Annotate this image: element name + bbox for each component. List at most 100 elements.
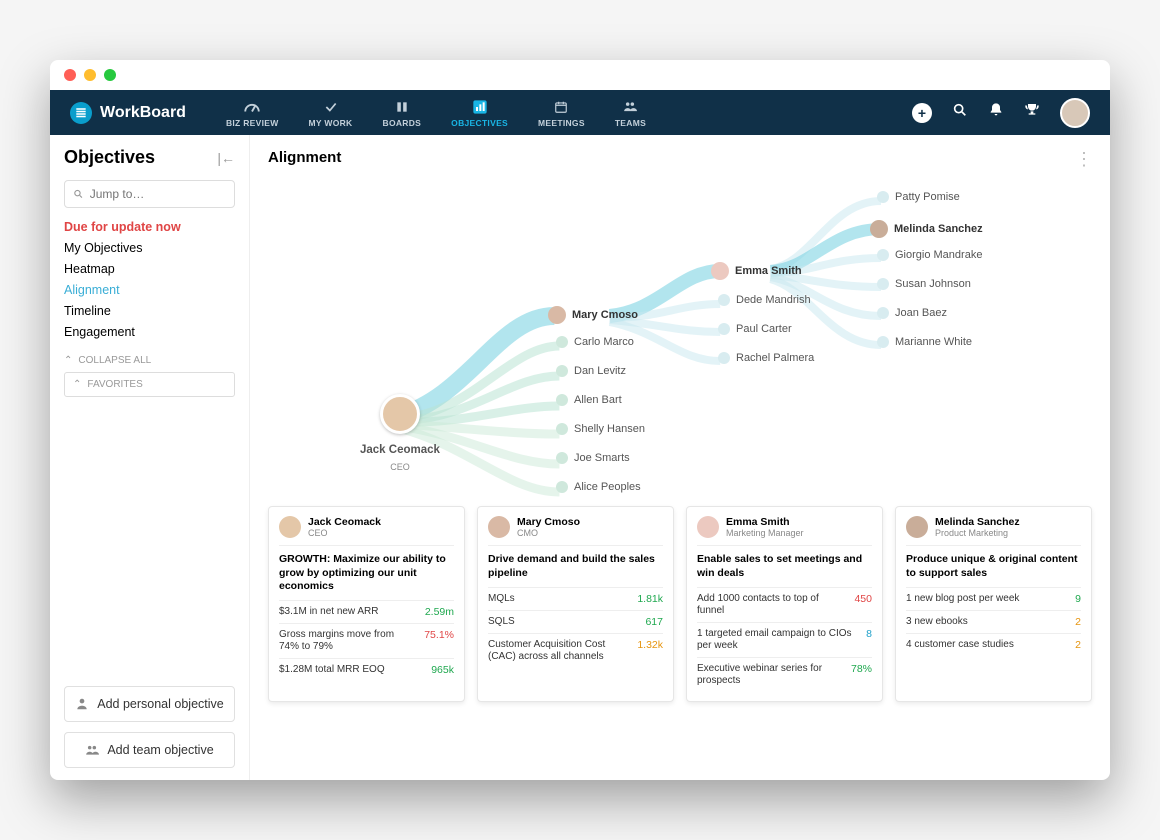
tree-node-l4-4[interactable]: Marianne White [877,336,972,348]
jump-to-search[interactable] [64,180,235,208]
card-owner-role: Product Marketing [935,528,1020,538]
avatar [711,262,729,280]
card-header: Emma SmithMarketing Manager [697,516,872,538]
nav-meetings[interactable]: MEETINGS [538,98,585,128]
kr-value: 2 [1075,639,1081,651]
node-dot [556,336,568,348]
tree-node-l3-2[interactable]: Rachel Palmera [718,352,814,364]
tree-node-l2-5[interactable]: Alice Peoples [556,481,641,493]
key-result-row: Customer Acquisition Cost (CAC) across a… [488,633,663,668]
node-dot [556,423,568,435]
node-dot [556,481,568,493]
nav-boards[interactable]: BOARDS [383,98,422,128]
nav-objectives[interactable]: OBJECTIVES [451,98,508,128]
card-header: Jack CeomackCEO [279,516,454,538]
add-personal-objective-button[interactable]: Add personal objective [64,686,235,722]
tree-node-l4-2[interactable]: Susan Johnson [877,278,971,290]
kr-value: 2 [1075,616,1081,628]
window-titlebar [50,60,1110,90]
nav-teams[interactable]: TEAMS [615,98,646,128]
search-icon[interactable] [952,102,968,123]
sidebar-title: Objectives [64,147,155,168]
tree-node-l2-3[interactable]: Shelly Hansen [556,423,645,435]
sidebar-item-engagement[interactable]: Engagement [64,325,235,339]
objective-card-3[interactable]: Melinda SanchezProduct MarketingProduce … [895,506,1092,702]
tree-node-l4-0[interactable]: Patty Pomise [877,191,960,203]
card-objective: Enable sales to set meetings and win dea… [697,545,872,586]
kr-value: 9 [1075,593,1081,605]
tree-node-l2-2[interactable]: Allen Bart [556,394,622,406]
card-owner-role: CMO [517,528,580,538]
card-owner-name: Emma Smith [726,516,804,528]
kr-label: MQLs [488,593,629,605]
node-dot [877,278,889,290]
kr-label: Executive webinar series for prospects [697,663,843,687]
objective-card-1[interactable]: Mary CmosoCMODrive demand and build the … [477,506,674,702]
nav-my-work[interactable]: MY WORK [309,98,353,128]
kr-label: Customer Acquisition Cost (CAC) across a… [488,639,629,663]
sidebar-item-due-for-update-now[interactable]: Due for update now [64,220,235,234]
tree-node-l4-3[interactable]: Joan Baez [877,307,947,319]
avatar [488,516,510,538]
collapse-all-button[interactable]: ⌃ COLLAPSE ALL [64,349,235,372]
alignment-tree: Jack CeomackCEO Mary Cmoso Carlo Marco Dan … [268,166,1092,506]
tree-node-l4-1[interactable]: Giorgio Mandrake [877,249,982,261]
close-window-dot[interactable] [64,69,76,81]
notifications-icon[interactable] [988,102,1004,123]
chevron-up-icon: ⌃ [73,379,81,390]
search-icon [73,188,84,200]
check-icon [323,98,339,116]
kr-label: 1 targeted email campaign to CIOs per we… [697,628,858,652]
nav-biz-review[interactable]: BIZ REVIEW [226,98,279,128]
tree-node-l2-1[interactable]: Dan Levitz [556,365,626,377]
kr-label: Add 1000 contacts to top of funnel [697,593,846,617]
tree-root[interactable]: Jack CeomackCEO [360,394,440,472]
avatar [548,306,566,324]
objective-card-2[interactable]: Emma SmithMarketing Manager Enable sales … [686,506,883,702]
tree-node-l2-main[interactable]: Mary Cmoso [548,306,638,324]
app-logo[interactable]: ≣ WorkBoard [70,102,186,124]
objective-card-0[interactable]: Jack CeomackCEOGROWTH: Maximize our abil… [268,506,465,702]
tree-node-l4-main[interactable]: Melinda Sanchez [870,220,983,238]
key-result-row: Gross margins move from 74% to 79%75.1% [279,623,454,658]
add-team-objective-button[interactable]: Add team objective [64,732,235,768]
collapse-sidebar-icon[interactable]: |← [217,150,235,166]
kr-value: 8 [866,628,872,640]
tree-node-l3-0[interactable]: Dede Mandrish [718,294,811,306]
key-result-row: 1 targeted email campaign to CIOs per we… [697,622,872,657]
tree-node-l3-main[interactable]: Emma Smith [711,262,802,280]
favorites-button[interactable]: ⌃ FAVORITES [64,372,235,397]
kr-value: 617 [645,616,663,628]
node-dot [556,452,568,464]
key-result-row: 1 new blog post per week 9 [906,587,1081,610]
node-dot [877,191,889,203]
node-dot [718,352,730,364]
tree-node-l2-0[interactable]: Carlo Marco [556,336,634,348]
kr-value: 1.32k [637,639,663,651]
chart-icon [472,98,488,116]
jump-to-input[interactable] [90,187,226,201]
sidebar-item-alignment[interactable]: Alignment [64,283,235,297]
sidebar: Objectives |← Due for update now My Objec… [50,135,250,780]
gauge-icon [243,98,261,116]
tree-node-l2-4[interactable]: Joe Smarts [556,452,630,464]
add-button[interactable]: + [912,103,932,123]
current-user-avatar[interactable] [1060,98,1090,128]
app-name: WorkBoard [100,104,186,122]
key-result-row: SQLS617 [488,610,663,633]
sidebar-item-heatmap[interactable]: Heatmap [64,262,235,276]
key-result-row: $3.1M in net new ARR2.59m [279,600,454,623]
key-result-row: Add 1000 contacts to top of funnel450 [697,587,872,622]
kr-label: 3 new ebooks [906,616,1067,628]
avatar [906,516,928,538]
card-objective: Drive demand and build the sales pipelin… [488,545,663,586]
calendar-icon [554,98,568,116]
min-window-dot[interactable] [84,69,96,81]
kr-label: $3.1M in net new ARR [279,606,417,618]
tree-node-l3-1[interactable]: Paul Carter [718,323,792,335]
max-window-dot[interactable] [104,69,116,81]
sidebar-item-my-objectives[interactable]: My Objectives [64,241,235,255]
trophy-icon[interactable] [1024,102,1040,123]
sidebar-item-timeline[interactable]: Timeline [64,304,235,318]
kr-label: 1 new blog post per week [906,593,1067,605]
